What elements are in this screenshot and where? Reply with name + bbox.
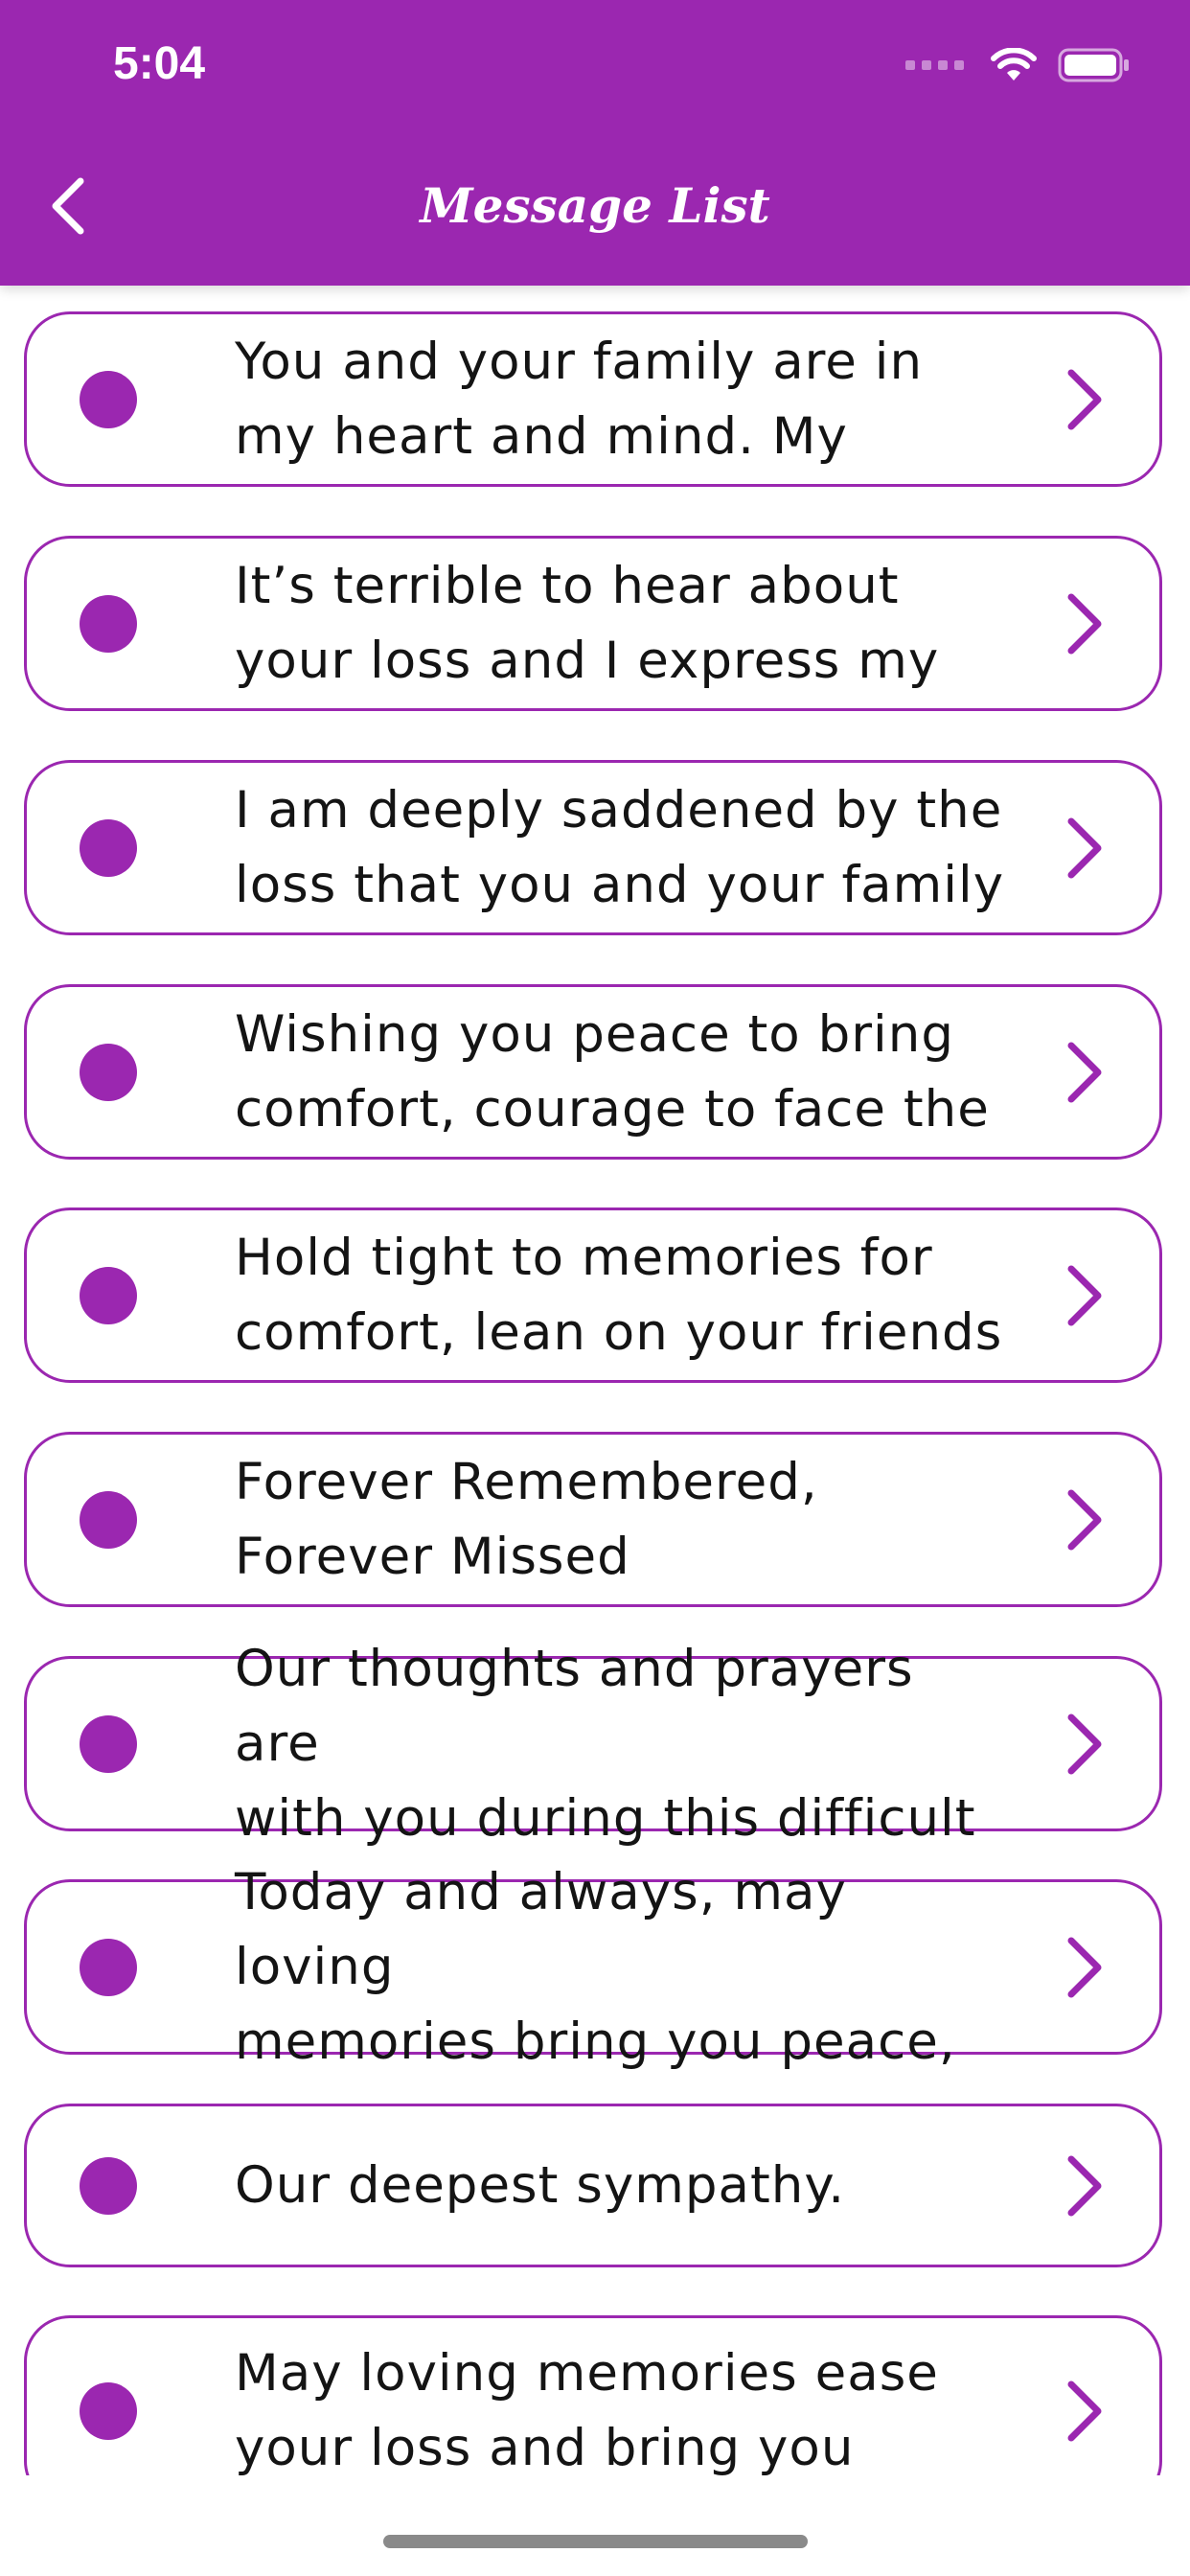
bullet-dot-icon <box>80 2382 137 2440</box>
list-item[interactable]: Wishing you peace to bring comfort, cour… <box>24 984 1162 1160</box>
chevron-right-icon <box>1067 369 1102 429</box>
home-indicator[interactable] <box>383 2535 808 2548</box>
message-preview: Our thoughts and prayers are with you du… <box>235 1639 976 1848</box>
page-title: Message List <box>420 177 770 234</box>
status-time: 5:04 <box>113 38 206 89</box>
navigation-header: 5:04 Message List <box>0 0 1190 286</box>
message-preview: Our deepest sympathy. <box>235 2155 846 2215</box>
message-preview: May loving memories ease your loss and b… <box>235 2344 939 2475</box>
list-item[interactable]: Today and always, may loving memories br… <box>24 1863 1162 2071</box>
chevron-right-icon <box>1067 1937 1102 1997</box>
battery-icon <box>1058 48 1129 82</box>
message-preview: I am deeply saddened by the loss that yo… <box>235 780 1005 914</box>
message-list[interactable]: You and your family are in my heart and … <box>0 0 1190 2475</box>
chevron-right-icon <box>1067 1265 1102 1325</box>
wifi-icon <box>991 48 1037 80</box>
list-item[interactable]: You and your family are in my heart and … <box>24 311 1162 487</box>
list-item[interactable]: I am deeply saddened by the loss that yo… <box>24 760 1162 935</box>
bullet-dot-icon <box>80 594 137 653</box>
bullet-dot-icon <box>80 1490 137 1549</box>
message-preview: It’s terrible to hear about your loss an… <box>235 556 940 690</box>
bullet-dot-icon <box>80 1266 137 1324</box>
list-item[interactable]: Forever Remembered, Forever Missed <box>24 1432 1162 1607</box>
bullet-dot-icon <box>80 2156 137 2215</box>
chevron-right-icon <box>1067 1042 1102 1102</box>
chevron-right-icon <box>1067 1714 1102 1774</box>
message-preview: Forever Remembered, Forever Missed <box>235 1452 818 1586</box>
list-item[interactable]: May loving memories ease your loss and b… <box>24 2315 1162 2475</box>
message-preview: Today and always, may loving memories br… <box>235 1862 956 2071</box>
cellular-signal-icon <box>905 60 964 70</box>
message-preview: You and your family are in my heart and … <box>235 332 924 466</box>
bullet-dot-icon <box>80 1938 137 1996</box>
message-preview: Wishing you peace to bring comfort, cour… <box>235 1004 990 1138</box>
list-item[interactable]: It’s terrible to hear about your loss an… <box>24 536 1162 711</box>
message-preview: Hold tight to memories for comfort, lean… <box>235 1228 1003 1362</box>
chevron-right-icon <box>1067 1489 1102 1550</box>
bullet-dot-icon <box>80 818 137 877</box>
chevron-right-icon <box>1067 2380 1102 2442</box>
status-indicators <box>905 38 1131 92</box>
bullet-dot-icon <box>80 1714 137 1773</box>
chevron-right-icon <box>1067 593 1102 654</box>
list-item[interactable]: Hold tight to memories for comfort, lean… <box>24 1208 1162 1383</box>
bullet-dot-icon <box>80 1043 137 1101</box>
bullet-dot-icon <box>80 370 137 428</box>
list-item[interactable]: Our deepest sympathy. <box>24 2104 1162 2267</box>
chevron-right-icon <box>1067 817 1102 878</box>
list-item[interactable]: Our thoughts and prayers are with you du… <box>24 1640 1162 1848</box>
chevron-right-icon <box>1067 2155 1102 2216</box>
